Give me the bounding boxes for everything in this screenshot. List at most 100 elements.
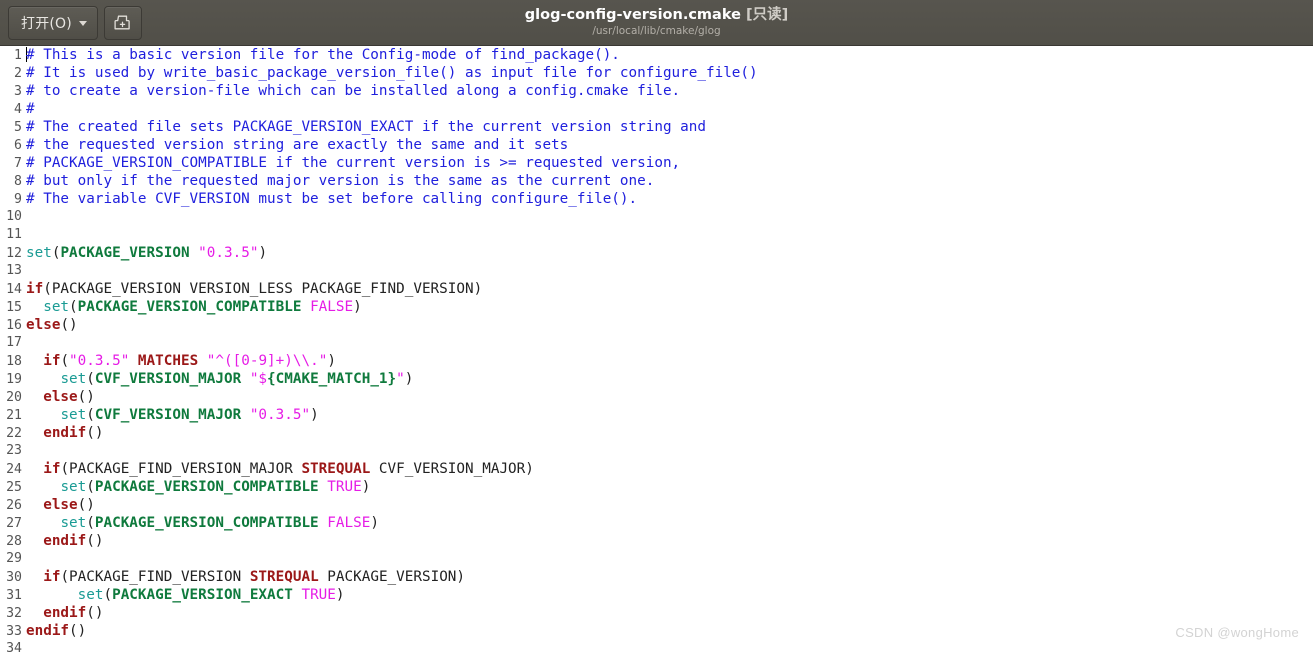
- code-token: "$: [249, 371, 268, 387]
- code-line[interactable]: 3 # to create a version-file which can be…: [0, 82, 1313, 100]
- code-line[interactable]: 33 endif(): [0, 622, 1313, 640]
- code-line[interactable]: 34: [0, 640, 1313, 656]
- save-as-icon: [114, 14, 131, 31]
- code-token: (: [86, 515, 95, 531]
- code-editor[interactable]: 1 # This is a basic version file for the …: [0, 46, 1313, 656]
- code-line[interactable]: 32 endif(): [0, 604, 1313, 622]
- code-line[interactable]: 17: [0, 334, 1313, 352]
- header-bar: 打开(O) glog-config-version.cmake [只读] /us…: [0, 0, 1313, 46]
- code-token: # It is used by write_basic_package_vers…: [26, 65, 758, 81]
- code-line[interactable]: 26 else(): [0, 496, 1313, 514]
- code-line-content[interactable]: set(PACKAGE_VERSION_COMPATIBLE TRUE): [22, 478, 370, 496]
- code-line[interactable]: 7 # PACKAGE_VERSION_COMPATIBLE if the cur…: [0, 154, 1313, 172]
- code-line-content[interactable]: else(): [22, 388, 95, 406]
- code-line-content[interactable]: endif(): [22, 604, 103, 622]
- code-token: (): [86, 425, 104, 441]
- code-line[interactable]: 27 set(PACKAGE_VERSION_COMPATIBLE FALSE): [0, 514, 1313, 532]
- code-line-content[interactable]: set(PACKAGE_VERSION_COMPATIBLE FALSE): [22, 514, 379, 532]
- code-line-content[interactable]: # the requested version string are exact…: [22, 136, 568, 154]
- code-line-content[interactable]: if(PACKAGE_FIND_VERSION STREQUAL PACKAGE…: [22, 568, 465, 586]
- code-token: "0.3.5": [198, 245, 259, 261]
- code-token: if: [43, 461, 61, 477]
- code-token: (): [86, 605, 104, 621]
- save-as-button[interactable]: [103, 5, 142, 40]
- line-number: 6: [14, 138, 22, 153]
- code-line[interactable]: 12 set(PACKAGE_VERSION "0.3.5"): [0, 244, 1313, 262]
- code-line[interactable]: 1 # This is a basic version file for the …: [0, 46, 1313, 64]
- code-line-content[interactable]: else(): [22, 496, 95, 514]
- code-token: # to create a version-file which can be …: [26, 83, 681, 99]
- code-line[interactable]: 28 endif(): [0, 532, 1313, 550]
- code-line-content[interactable]: # This is a basic version file for the C…: [22, 46, 620, 64]
- code-line[interactable]: 24 if(PACKAGE_FIND_VERSION_MAJOR STREQUA…: [0, 460, 1313, 478]
- code-line[interactable]: 18 if("0.3.5" MATCHES "^([0-9]+)\\."): [0, 352, 1313, 370]
- code-line[interactable]: 15 set(PACKAGE_VERSION_COMPATIBLE FALSE): [0, 298, 1313, 316]
- code-line-content[interactable]: # to create a version-file which can be …: [22, 82, 680, 100]
- code-line[interactable]: 14 if(PACKAGE_VERSION VERSION_LESS PACKAG…: [0, 280, 1313, 298]
- code-line-content[interactable]: # The created file sets PACKAGE_VERSION_…: [22, 118, 706, 136]
- code-line-content[interactable]: set(PACKAGE_VERSION_COMPATIBLE FALSE): [22, 298, 362, 316]
- code-line-content[interactable]: # The variable CVF_VERSION must be set b…: [22, 190, 637, 208]
- code-line[interactable]: 5 # The created file sets PACKAGE_VERSION…: [0, 118, 1313, 136]
- line-number: 27: [6, 516, 22, 531]
- open-button[interactable]: 打开(O): [8, 5, 98, 40]
- line-number: 24: [6, 462, 22, 477]
- line-number: 25: [6, 480, 22, 495]
- code-line[interactable]: 19 set(CVF_VERSION_MAJOR "${CMAKE_MATCH_…: [0, 370, 1313, 388]
- code-line[interactable]: 21 set(CVF_VERSION_MAJOR "0.3.5"): [0, 406, 1313, 424]
- line-number: 5: [14, 120, 22, 135]
- code-line[interactable]: 22 endif(): [0, 424, 1313, 442]
- code-token: # PACKAGE_VERSION_COMPATIBLE if the curr…: [26, 155, 681, 171]
- code-line-content[interactable]: set(CVF_VERSION_MAJOR "${CMAKE_MATCH_1}"…: [22, 370, 413, 388]
- code-line[interactable]: 16 else(): [0, 316, 1313, 334]
- code-token: ): [310, 407, 319, 423]
- code-line-content[interactable]: #: [22, 100, 35, 118]
- code-line-content[interactable]: if(PACKAGE_VERSION VERSION_LESS PACKAGE_…: [22, 280, 482, 298]
- code-line[interactable]: 2 # It is used by write_basic_package_ver…: [0, 64, 1313, 82]
- code-body[interactable]: 1 # This is a basic version file for the …: [0, 46, 1313, 656]
- code-line-content[interactable]: # but only if the requested major versio…: [22, 172, 654, 190]
- code-line-content[interactable]: set(PACKAGE_VERSION "0.3.5"): [22, 244, 267, 262]
- code-token: endif: [26, 623, 70, 639]
- code-line[interactable]: 29: [0, 550, 1313, 568]
- code-line[interactable]: 8 # but only if the requested major versi…: [0, 172, 1313, 190]
- code-line-content[interactable]: set(CVF_VERSION_MAJOR "0.3.5"): [22, 406, 319, 424]
- code-token: ): [361, 479, 371, 495]
- code-line-content[interactable]: set(PACKAGE_VERSION_EXACT TRUE): [22, 586, 345, 604]
- code-token: ): [370, 515, 379, 531]
- code-line-content[interactable]: endif(): [22, 622, 86, 640]
- code-token: (: [60, 353, 70, 369]
- code-line[interactable]: 23: [0, 442, 1313, 460]
- code-line-content[interactable]: # It is used by write_basic_package_vers…: [22, 64, 758, 82]
- code-token: set: [60, 407, 87, 423]
- code-line[interactable]: 10: [0, 208, 1313, 226]
- code-token: (PACKAGE_FIND_VERSION_MAJOR: [60, 461, 302, 477]
- code-line[interactable]: 20 else(): [0, 388, 1313, 406]
- code-line[interactable]: 9 # The variable CVF_VERSION must be set …: [0, 190, 1313, 208]
- code-line-content[interactable]: if(PACKAGE_FIND_VERSION_MAJOR STREQUAL C…: [22, 460, 534, 478]
- code-line[interactable]: 4 #: [0, 100, 1313, 118]
- code-line[interactable]: 6 # the requested version string are exac…: [0, 136, 1313, 154]
- code-line-content[interactable]: else(): [22, 316, 78, 334]
- code-line[interactable]: 30 if(PACKAGE_FIND_VERSION STREQUAL PACK…: [0, 568, 1313, 586]
- code-line-content[interactable]: endif(): [22, 424, 103, 442]
- code-line[interactable]: 31 set(PACKAGE_VERSION_EXACT TRUE): [0, 586, 1313, 604]
- code-token: set: [26, 245, 52, 261]
- code-line[interactable]: 11: [0, 226, 1313, 244]
- code-line-content[interactable]: endif(): [22, 532, 103, 550]
- code-line-content[interactable]: if("0.3.5" MATCHES "^([0-9]+)\\."): [22, 352, 336, 370]
- code-line[interactable]: 13: [0, 262, 1313, 280]
- code-line[interactable]: 25 set(PACKAGE_VERSION_COMPATIBLE TRUE): [0, 478, 1313, 496]
- code-token: ): [353, 299, 362, 315]
- open-button-label: 打开(O): [21, 15, 72, 32]
- code-line-content[interactable]: # PACKAGE_VERSION_COMPATIBLE if the curr…: [22, 154, 680, 172]
- code-token: ): [404, 371, 414, 387]
